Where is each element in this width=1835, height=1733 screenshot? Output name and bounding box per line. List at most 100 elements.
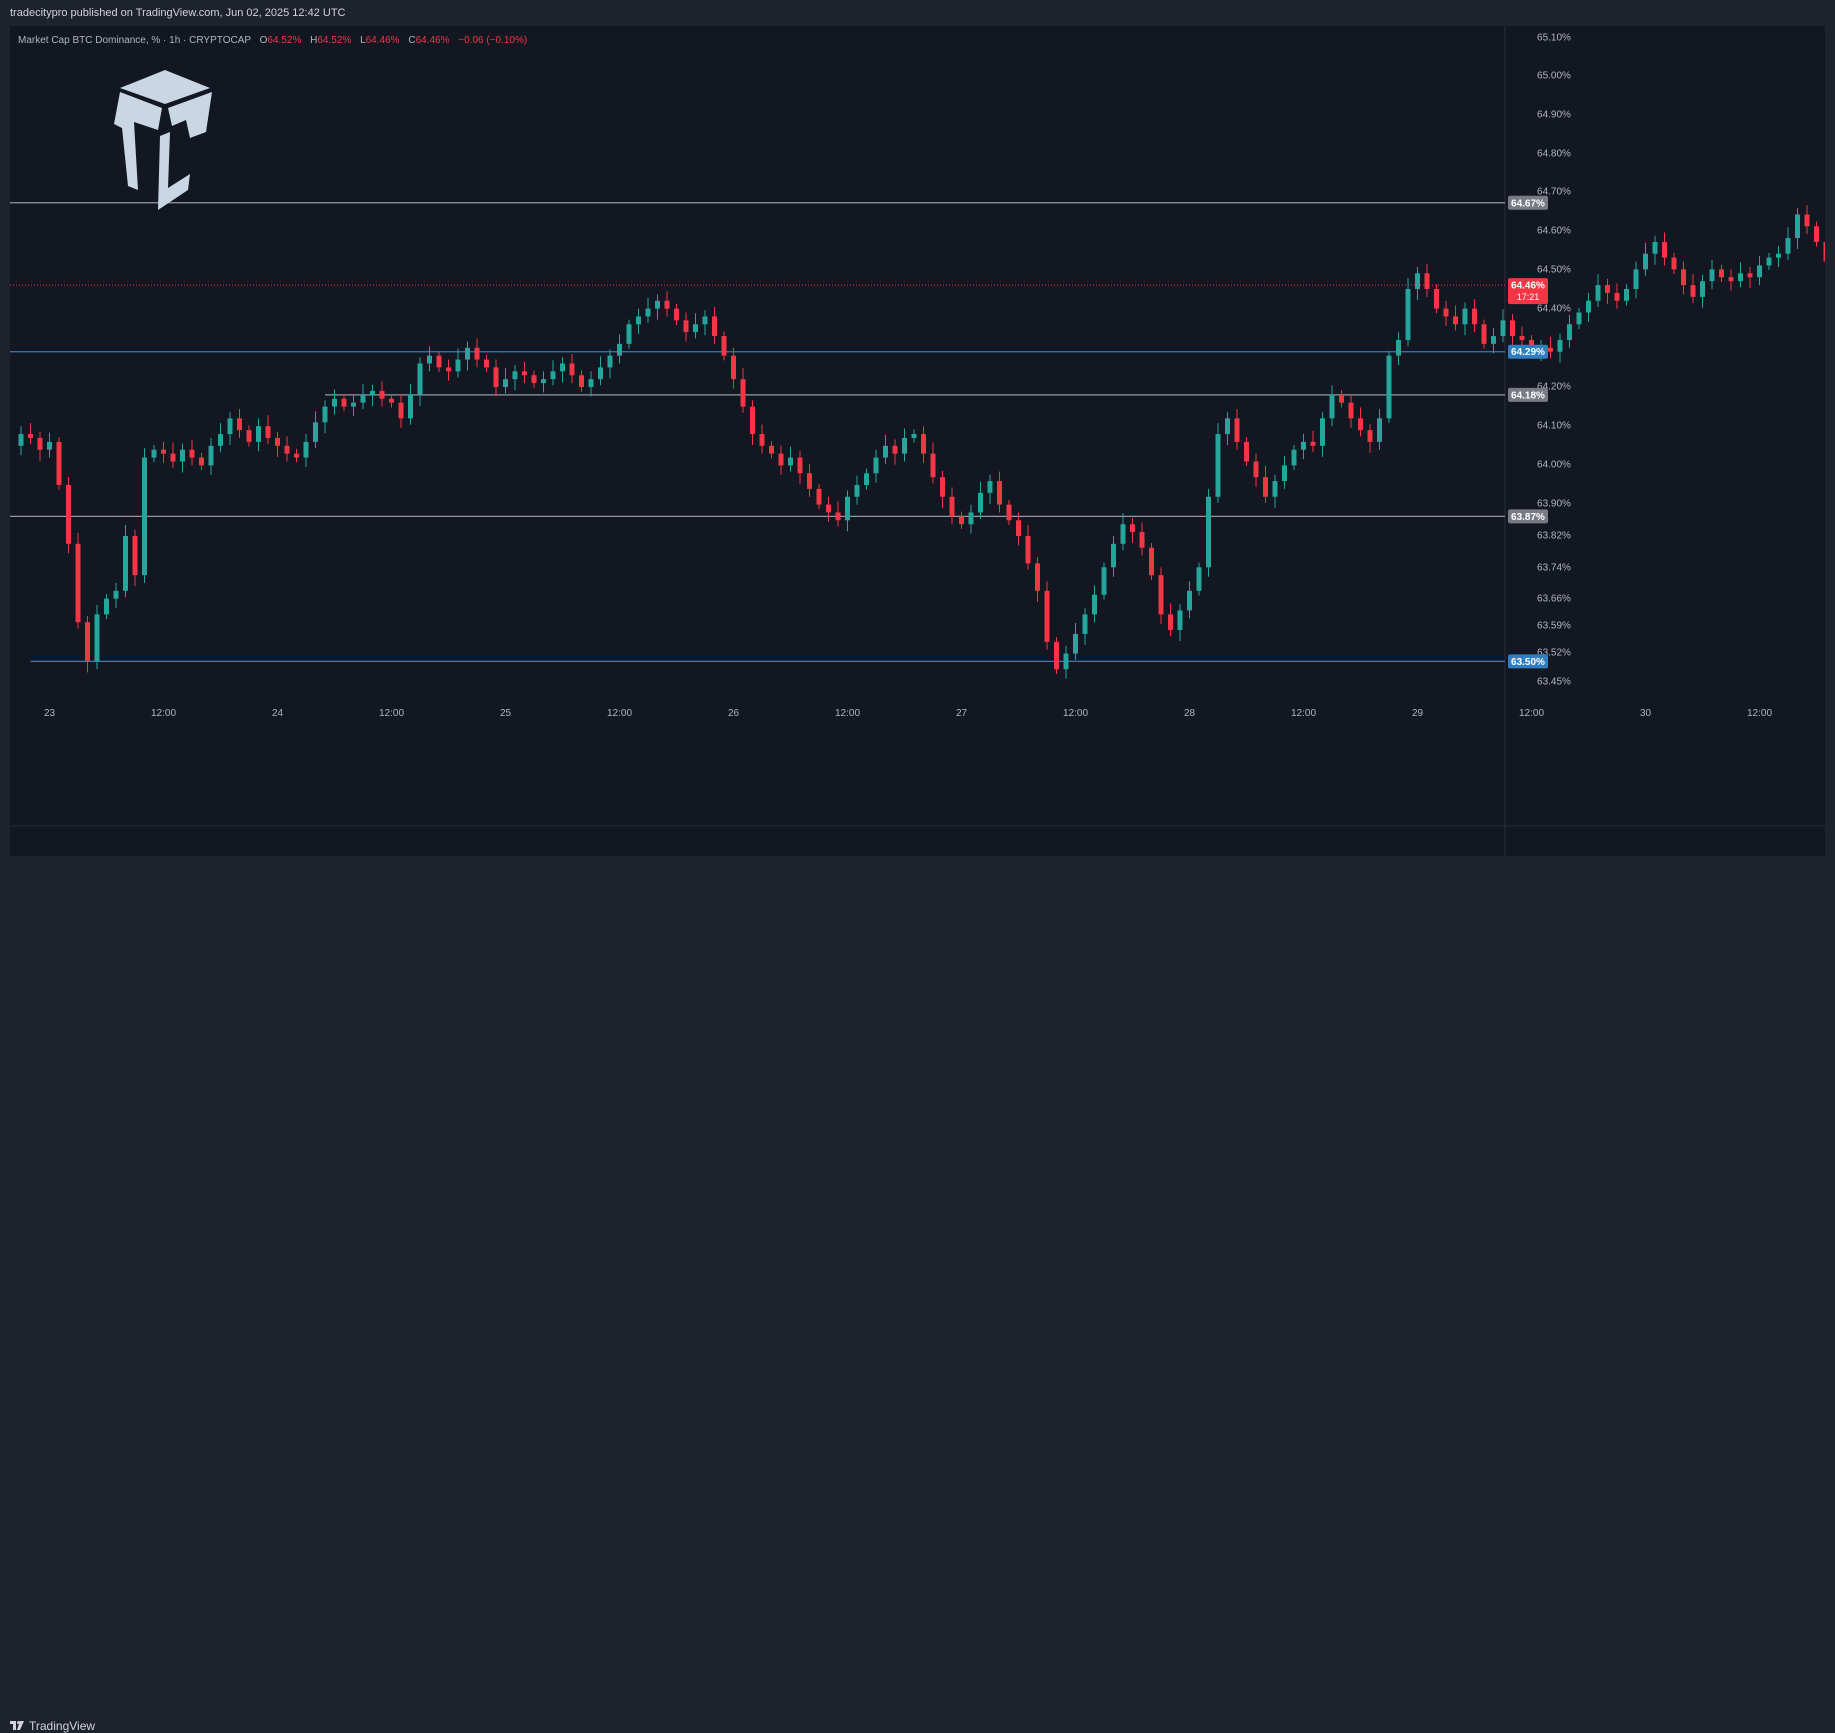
candle-body: [1006, 504, 1012, 521]
candle-body: [541, 379, 546, 384]
level-badge-label: 64.29%: [1511, 347, 1545, 358]
candle-body: [579, 375, 584, 387]
candle-body: [151, 449, 157, 458]
candle-body: [1443, 308, 1449, 317]
y-tick-label: 63.82%: [1537, 531, 1571, 542]
legend-close-value: 64.46%: [415, 35, 450, 46]
x-tick-label: 12:00: [1063, 708, 1088, 719]
price-chart[interactable]: 65.10%65.00%64.90%64.80%64.70%64.60%64.5…: [10, 26, 1825, 856]
candle-body: [1044, 590, 1050, 642]
candle-body: [788, 457, 793, 466]
candle-body: [1681, 269, 1686, 286]
candle-body: [930, 453, 936, 478]
candles: [18, 205, 1825, 679]
candle-body: [1472, 308, 1477, 325]
candle-body: [1548, 347, 1553, 352]
legend-change: −0.06 (−0.10%): [458, 35, 528, 46]
candle-body: [37, 437, 43, 450]
candle-body: [1196, 567, 1202, 591]
level-badge-label: 64.18%: [1511, 390, 1545, 401]
candle-body: [199, 457, 204, 466]
candle-body: [1291, 449, 1297, 466]
candle-body: [123, 535, 128, 591]
candle-body: [550, 371, 556, 380]
candle-body: [1177, 610, 1183, 631]
level-badge-label: 63.50%: [1511, 657, 1545, 668]
candle-body: [702, 316, 708, 325]
candle-body: [1690, 285, 1696, 297]
candle-body: [1253, 461, 1259, 478]
symbol-legend[interactable]: Market Cap BTC Dominance, % · 1h · CRYPT…: [18, 35, 527, 46]
candle-body: [645, 308, 651, 317]
level-badge-label: 63.87%: [1511, 512, 1545, 523]
y-tick-label: 63.74%: [1537, 563, 1571, 574]
candle-body: [1016, 520, 1021, 536]
candle-body: [1624, 289, 1629, 301]
candle-body: [588, 379, 594, 387]
candle-body: [1795, 214, 1800, 239]
candle-body: [978, 492, 983, 513]
candle-body: [256, 426, 261, 442]
candle-body: [85, 622, 90, 662]
candle-body: [1358, 418, 1363, 431]
candle-body: [1671, 257, 1677, 270]
candle-body: [1025, 535, 1031, 564]
candle-body: [949, 496, 955, 517]
candle-body: [997, 481, 1002, 505]
candle-body: [436, 355, 442, 368]
candle-body: [1462, 308, 1468, 325]
tradingview-brand[interactable]: TradingView: [10, 1719, 95, 1733]
candle-body: [1567, 324, 1572, 340]
candle-body: [797, 457, 803, 474]
candle-body: [332, 398, 337, 407]
legend-high-value: 64.52%: [317, 35, 352, 46]
candle-body: [66, 485, 71, 544]
candle-body: [607, 355, 613, 368]
candle-body: [161, 449, 166, 454]
candle-body: [427, 355, 432, 364]
y-tick-label: 64.00%: [1537, 460, 1571, 471]
candle-body: [142, 457, 147, 576]
candle-body: [322, 406, 328, 423]
candle-body: [987, 481, 993, 493]
candle-body: [1481, 324, 1487, 344]
candle-body: [1776, 253, 1781, 258]
candle-body: [75, 543, 81, 623]
candle-body: [1092, 594, 1097, 615]
candle-body: [598, 367, 603, 380]
candle-body: [959, 516, 964, 525]
candle-body: [626, 324, 632, 344]
candle-body: [1757, 265, 1762, 278]
candle-body: [1130, 524, 1135, 533]
candle-body: [303, 441, 309, 458]
candle-body: [1301, 441, 1306, 450]
candle-body: [1633, 269, 1639, 289]
x-tick-label: 26: [728, 708, 740, 719]
x-tick-label: 29: [1412, 708, 1424, 719]
candle-body: [1101, 567, 1107, 595]
candle-body: [132, 535, 138, 576]
candle-body: [189, 449, 195, 458]
candle-body: [721, 336, 727, 356]
y-tick-label: 63.45%: [1537, 677, 1571, 688]
candle-body: [1415, 273, 1420, 289]
candle-body: [902, 437, 907, 454]
candle-body: [778, 453, 784, 466]
candle-body: [569, 363, 575, 376]
y-tick-label: 63.66%: [1537, 594, 1571, 605]
y-tick-label: 64.50%: [1537, 265, 1571, 276]
candle-body: [1348, 402, 1354, 419]
candle-body: [759, 434, 765, 446]
brand-label: TradingView: [29, 1719, 96, 1733]
candle-body: [826, 504, 831, 513]
legend-open-value: 64.52%: [267, 35, 302, 46]
candle-body: [474, 347, 480, 360]
candle-body: [1244, 441, 1249, 462]
candle-body: [284, 445, 290, 454]
candle-body: [940, 477, 945, 497]
y-tick-label: 64.80%: [1537, 149, 1571, 160]
candle-body: [1073, 633, 1078, 654]
candle-body: [845, 496, 850, 521]
candle-body: [864, 473, 869, 485]
candle-body: [1225, 418, 1230, 435]
